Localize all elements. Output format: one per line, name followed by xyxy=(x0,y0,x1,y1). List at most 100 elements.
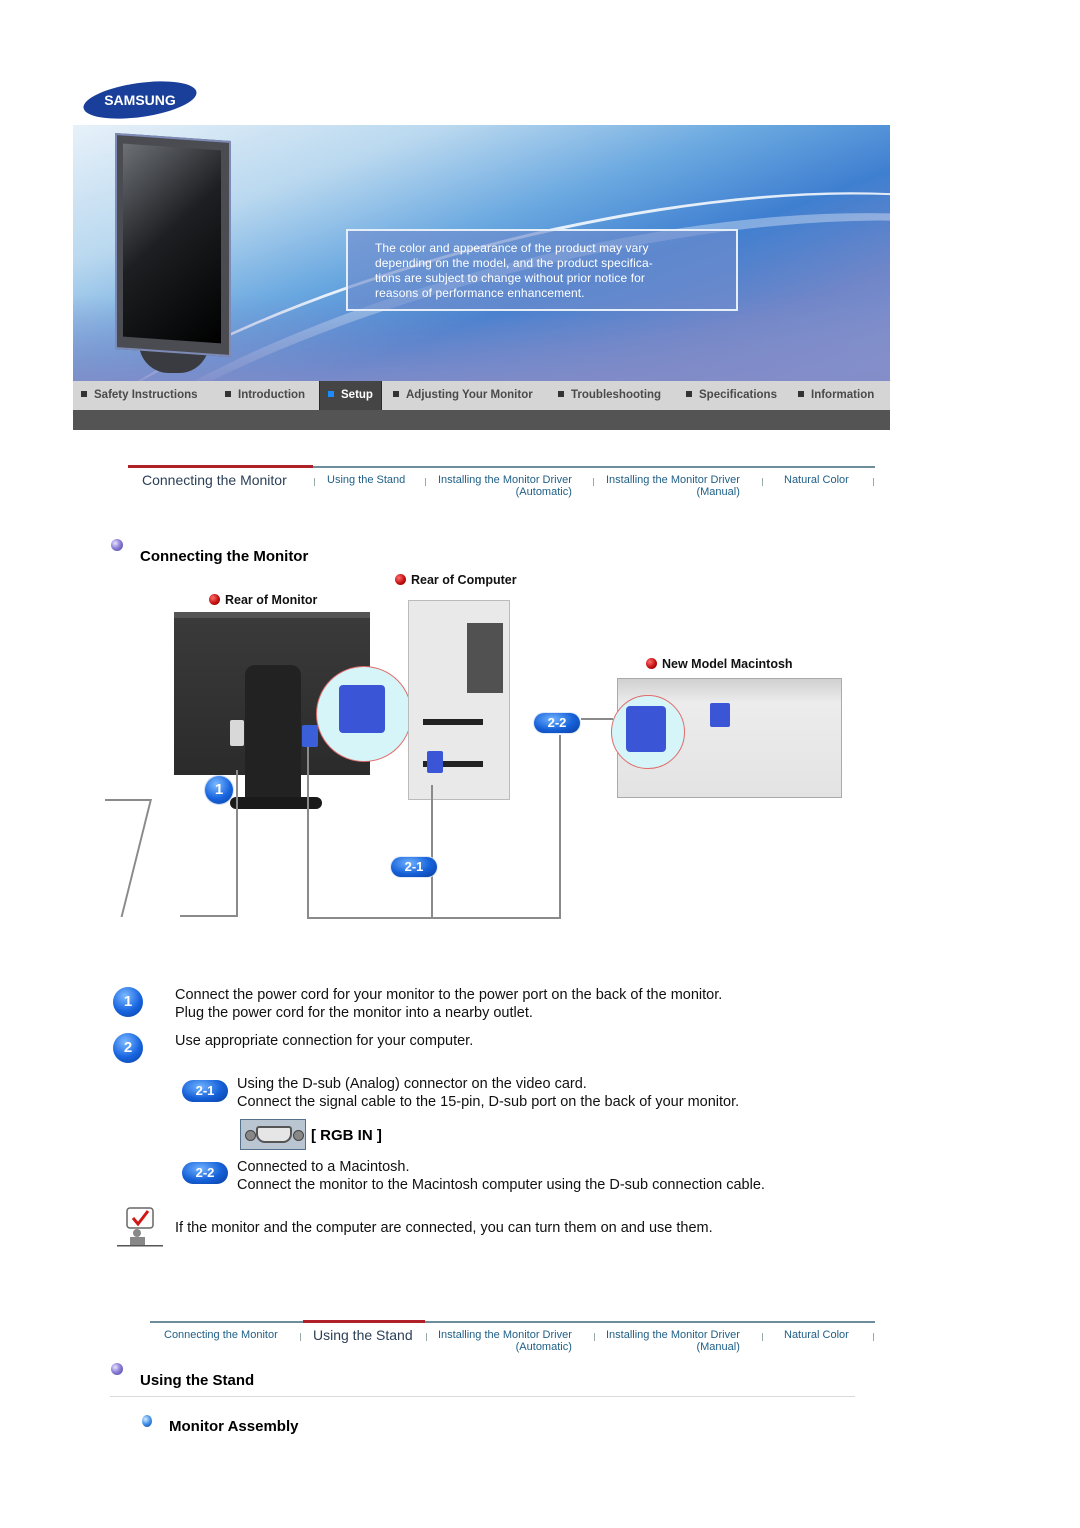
connection-diagram: Rear of Monitor Rear of Computer New Mod… xyxy=(105,565,855,925)
tab-connecting-the-monitor[interactable]: Connecting the Monitor xyxy=(164,1329,278,1341)
tab-label: Connecting the Monitor xyxy=(164,1329,278,1341)
screw xyxy=(245,1130,256,1141)
notice-line: reasons of performance enhancement. xyxy=(375,286,585,300)
tab-separator xyxy=(314,478,315,486)
red-dot-icon xyxy=(395,574,406,585)
mac-connector-zoom-bubble xyxy=(611,695,685,769)
tab-using-the-stand[interactable]: Using the Stand xyxy=(313,1327,413,1343)
tab-driver-automatic[interactable]: Installing the Monitor Driver (Automatic) xyxy=(438,1329,572,1353)
tab-natural-color[interactable]: Natural Color xyxy=(784,1329,849,1341)
tab-separator xyxy=(593,478,594,486)
step-1-text: Connect the power cord for your monitor … xyxy=(175,986,722,1022)
label-text: Rear of Monitor xyxy=(225,593,318,607)
tab-sublabel: (Automatic) xyxy=(515,486,572,498)
badge-2-1: 2-1 xyxy=(391,857,437,877)
power-plug-image xyxy=(230,720,244,746)
product-notice: The color and appearance of the product … xyxy=(346,229,738,311)
power-cable xyxy=(120,799,152,917)
section-divider xyxy=(110,1396,855,1397)
tab-label: Natural Color xyxy=(784,1329,849,1341)
nav-safety-instructions[interactable]: Safety Instructions xyxy=(81,381,198,410)
signal-cable xyxy=(559,735,561,919)
tab-separator xyxy=(762,478,763,486)
dsub-plug-image xyxy=(302,725,318,747)
square-bullet-icon xyxy=(328,391,334,397)
text-line: Connect the signal cable to the 15-pin, … xyxy=(237,1094,740,1110)
nav-setup[interactable]: Setup xyxy=(319,381,382,410)
signal-cable xyxy=(431,785,433,919)
tab-using-the-stand[interactable]: Using the Stand xyxy=(327,474,405,486)
red-dot-icon xyxy=(209,594,220,605)
dsub-shell xyxy=(256,1126,292,1143)
tab-separator xyxy=(873,1333,874,1341)
step-2-icon: 2 xyxy=(113,1033,143,1063)
section-bullet-icon xyxy=(111,539,123,551)
tab-sublabel: (Manual) xyxy=(696,486,740,498)
nav-label: Specifications xyxy=(699,389,777,401)
tab-label: Using the Stand xyxy=(327,474,406,486)
badge-1: 1 xyxy=(205,776,233,804)
tab-label: Natural Color xyxy=(784,474,849,486)
notice-line: depending on the model, and the product … xyxy=(375,256,653,270)
hero-banner: The color and appearance of the product … xyxy=(73,125,890,381)
section-heading-using-the-stand: Using the Stand xyxy=(140,1372,255,1389)
notice-line: tions are subject to change without prio… xyxy=(375,271,646,285)
nav-label: Safety Instructions xyxy=(94,389,198,401)
tab-label: Installing the Monitor Driver xyxy=(606,1329,740,1341)
nav-specifications[interactable]: Specifications xyxy=(686,381,777,410)
dsub-connector-image xyxy=(339,685,385,733)
tab-driver-manual[interactable]: Installing the Monitor Driver (Manual) xyxy=(606,474,740,498)
power-cable xyxy=(105,799,150,801)
nav-adjusting-your-monitor[interactable]: Adjusting Your Monitor xyxy=(393,381,533,410)
samsung-logo-icon: SAMSUNG xyxy=(83,81,197,119)
label-new-model-macintosh: New Model Macintosh xyxy=(646,657,793,671)
square-bullet-icon xyxy=(798,391,804,397)
samsung-logo[interactable]: SAMSUNG xyxy=(82,80,198,120)
screw xyxy=(293,1130,304,1141)
tab-separator xyxy=(762,1333,763,1341)
signal-cable xyxy=(581,718,613,720)
text-line: Plug the power cord for the monitor into… xyxy=(175,1005,533,1021)
nav-information[interactable]: Information xyxy=(798,381,874,410)
section-heading-connecting: Connecting the Monitor xyxy=(140,548,309,565)
computer-rear-image xyxy=(408,600,510,800)
text-line: Connected to a Macintosh. xyxy=(237,1159,410,1175)
nav-troubleshooting[interactable]: Troubleshooting xyxy=(558,381,661,410)
tab-label: Using the Stand xyxy=(313,1327,413,1343)
section-tabs-top: Connecting the Monitor Using the Stand I… xyxy=(128,465,875,506)
dsub-connector-image xyxy=(626,706,666,752)
nav-label: Adjusting Your Monitor xyxy=(406,389,533,401)
nav-label: Introduction xyxy=(238,389,306,401)
rgb-in-label: [ RGB IN ] xyxy=(311,1127,382,1144)
tab-label: Installing the Monitor Driver xyxy=(438,1329,572,1341)
nav-introduction[interactable]: Introduction xyxy=(225,381,305,410)
tab-separator xyxy=(594,1333,595,1341)
label-rear-of-monitor: Rear of Monitor xyxy=(209,593,317,607)
power-cable xyxy=(236,770,238,917)
subsection-heading-monitor-assembly: Monitor Assembly xyxy=(169,1418,299,1435)
tab-separator xyxy=(425,478,426,486)
monitor-screen-image xyxy=(123,143,221,344)
badge-2-2: 2-2 xyxy=(534,713,580,733)
tab-label: Connecting the Monitor xyxy=(142,472,287,488)
notice-line: The color and appearance of the product … xyxy=(375,241,649,255)
dsub-plug-image xyxy=(427,751,443,773)
section-tabs-bottom: Connecting the Monitor Using the Stand I… xyxy=(150,1320,875,1361)
main-nav: Safety Instructions Introduction Setup A… xyxy=(73,381,890,410)
subsection-bullet-icon xyxy=(142,1415,152,1427)
tab-driver-manual[interactable]: Installing the Monitor Driver (Manual) xyxy=(606,1329,740,1353)
step-2-text: Use appropriate connection for your comp… xyxy=(175,1033,474,1049)
step-2-1-text: Using the D-sub (Analog) connector on th… xyxy=(237,1075,739,1111)
square-bullet-icon xyxy=(393,391,399,397)
square-bullet-icon xyxy=(686,391,692,397)
text-line: Connect the power cord for your monitor … xyxy=(175,987,723,1003)
step-2-1-icon: 2-1 xyxy=(182,1080,228,1102)
text-line: Using the D-sub (Analog) connector on th… xyxy=(237,1076,587,1092)
label-text: New Model Macintosh xyxy=(662,657,793,671)
tab-natural-color[interactable]: Natural Color xyxy=(784,474,849,486)
fan-vent xyxy=(467,623,503,693)
tab-connecting-the-monitor[interactable]: Connecting the Monitor xyxy=(142,472,287,488)
nav-label: Setup xyxy=(341,389,373,401)
monitor-stand-neck xyxy=(245,665,301,805)
tab-driver-automatic[interactable]: Installing the Monitor Driver (Automatic) xyxy=(438,474,572,498)
